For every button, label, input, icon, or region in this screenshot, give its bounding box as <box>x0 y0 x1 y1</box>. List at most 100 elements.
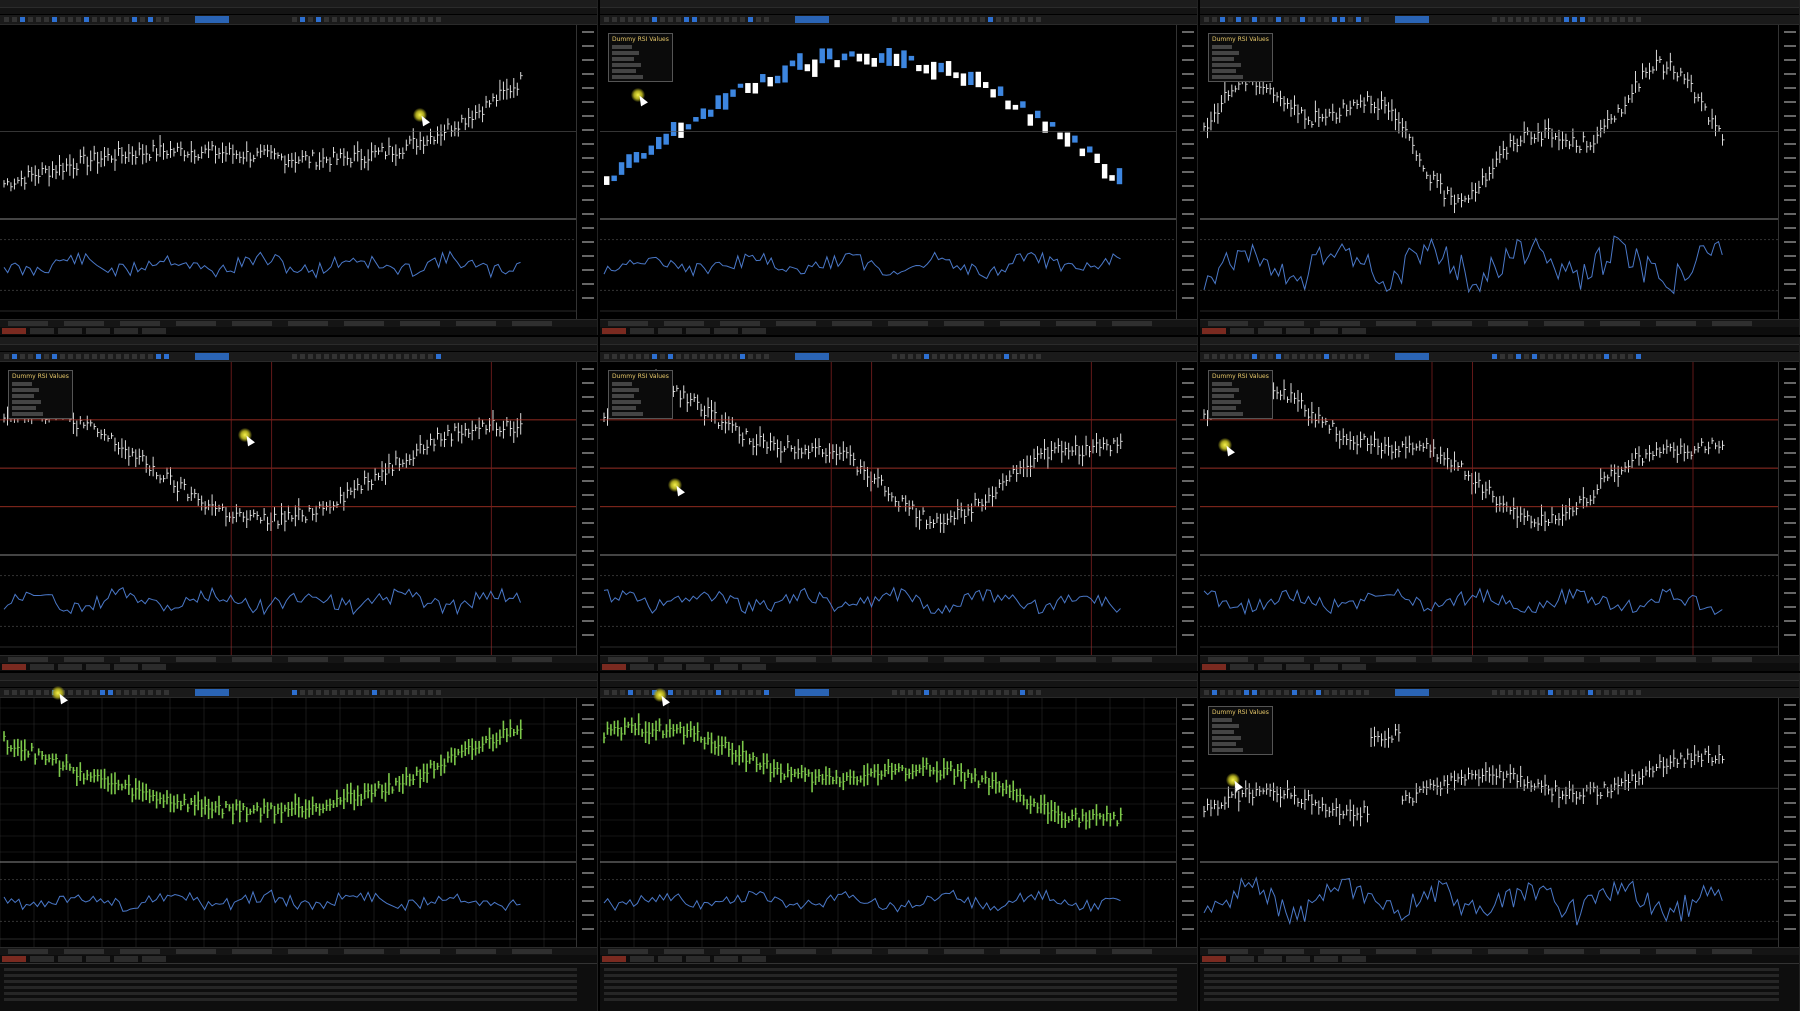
toolbar-icon[interactable] <box>988 690 993 695</box>
toolbar-icon[interactable] <box>92 17 97 22</box>
toolbar-icon[interactable] <box>1324 690 1329 695</box>
toolbar-icon[interactable] <box>612 690 617 695</box>
toolbar-icon[interactable] <box>436 17 441 22</box>
price-chart[interactable] <box>1200 25 1780 319</box>
toolbar-icon[interactable] <box>380 354 385 359</box>
chart-tab-0[interactable] <box>2 328 26 334</box>
toolbar-icon[interactable] <box>1020 17 1025 22</box>
toolbar-icon[interactable] <box>972 354 977 359</box>
toolbar-icon[interactable] <box>372 17 377 22</box>
toolbar-icon[interactable] <box>356 690 361 695</box>
toolbar-icon[interactable] <box>1588 690 1593 695</box>
toolbar-icon[interactable] <box>1556 17 1561 22</box>
toolbar-icon[interactable] <box>1628 690 1633 695</box>
price-scale[interactable] <box>576 698 597 947</box>
chart-tabs[interactable] <box>0 955 597 963</box>
window-title-bar[interactable] <box>600 673 1197 681</box>
toolbar-icon[interactable] <box>1220 17 1225 22</box>
toolbar-icon[interactable] <box>1276 17 1281 22</box>
toolbar-icon[interactable] <box>668 17 673 22</box>
toolbar-icon[interactable] <box>100 690 105 695</box>
toolbar-icon[interactable] <box>700 354 705 359</box>
toolbar-icon[interactable] <box>116 690 121 695</box>
toolbar-icon[interactable] <box>684 17 689 22</box>
toolbar-icon[interactable] <box>364 354 369 359</box>
chart-tab-1[interactable] <box>1230 956 1254 962</box>
toolbar-icon[interactable] <box>1012 354 1017 359</box>
toolbar-icon[interactable] <box>108 354 113 359</box>
toolbar-icon[interactable] <box>1620 690 1625 695</box>
toolbar-icon[interactable] <box>756 17 761 22</box>
price-chart[interactable] <box>0 698 578 947</box>
toolbar-icon[interactable] <box>1532 690 1537 695</box>
toolbar-icon[interactable] <box>716 354 721 359</box>
toolbar-icon[interactable] <box>1556 690 1561 695</box>
toolbar-icon[interactable] <box>628 17 633 22</box>
toolbar-icon[interactable] <box>1308 354 1313 359</box>
toolbar-icon[interactable] <box>164 17 169 22</box>
toolbar-icon[interactable] <box>724 354 729 359</box>
toolbar-icon[interactable] <box>308 690 313 695</box>
price-scale[interactable] <box>1778 698 1799 947</box>
toolbar-icon[interactable] <box>44 17 49 22</box>
toolbar-icon[interactable] <box>20 17 25 22</box>
toolbar-icon[interactable] <box>660 17 665 22</box>
toolbar-icon[interactable] <box>1036 17 1041 22</box>
toolbar-icon[interactable] <box>964 690 969 695</box>
indicator-legend[interactable]: Dummy RSI Values <box>8 370 73 419</box>
toolbar-icon[interactable] <box>116 354 121 359</box>
toolbar-icon[interactable] <box>44 690 49 695</box>
toolbar-icon[interactable] <box>140 17 145 22</box>
chart-tab-1[interactable] <box>630 664 654 670</box>
toolbar-icon[interactable] <box>156 17 161 22</box>
toolbar-icon[interactable] <box>740 354 745 359</box>
toolbar-icon[interactable] <box>892 17 897 22</box>
toolbar-icon[interactable] <box>412 690 417 695</box>
toolbar-icon[interactable] <box>1244 354 1249 359</box>
toolbar-icon[interactable] <box>1540 17 1545 22</box>
toolbar-icon[interactable] <box>412 17 417 22</box>
toolbar-icon[interactable] <box>44 354 49 359</box>
toolbar-icon[interactable] <box>980 354 985 359</box>
window-title-bar[interactable] <box>1200 0 1799 8</box>
toolbar-icon[interactable] <box>1004 354 1009 359</box>
toolbar-icon[interactable] <box>1564 17 1569 22</box>
toolbar-icon[interactable] <box>1500 690 1505 695</box>
toolbar-icon[interactable] <box>1228 690 1233 695</box>
toolbar-icon[interactable] <box>1524 17 1529 22</box>
toolbar-icon[interactable] <box>916 354 921 359</box>
toolbar-icon[interactable] <box>692 690 697 695</box>
toolbar-icon[interactable] <box>132 690 137 695</box>
chart-tab-0[interactable] <box>2 956 26 962</box>
toolbar-icon[interactable] <box>620 17 625 22</box>
chart-tab-2[interactable] <box>58 956 82 962</box>
toolbar-icon[interactable] <box>900 17 905 22</box>
chart-tab-0[interactable] <box>1202 956 1226 962</box>
toolbar-icon[interactable] <box>892 354 897 359</box>
toolbar-icon[interactable] <box>1284 17 1289 22</box>
toolbar-icon[interactable] <box>604 354 609 359</box>
chart-tabs[interactable] <box>0 327 597 335</box>
chart-tab-4[interactable] <box>714 664 738 670</box>
toolbar-icon[interactable] <box>716 17 721 22</box>
toolbar-icon[interactable] <box>1300 17 1305 22</box>
toolbar-icon[interactable] <box>1204 354 1209 359</box>
toolbar-icon[interactable] <box>1260 354 1265 359</box>
chart-tab-4[interactable] <box>114 664 138 670</box>
toolbar[interactable] <box>0 688 597 698</box>
toolbar-icon[interactable] <box>348 354 353 359</box>
toolbar-icon[interactable] <box>436 690 441 695</box>
toolbar-icon[interactable] <box>428 17 433 22</box>
toolbar-icon[interactable] <box>12 690 17 695</box>
toolbar-icon[interactable] <box>1564 354 1569 359</box>
toolbox-terminal[interactable] <box>1200 963 1799 1011</box>
toolbar-icon[interactable] <box>1260 690 1265 695</box>
window-title-bar[interactable] <box>1200 337 1799 345</box>
toolbox-terminal[interactable] <box>600 963 1197 1011</box>
toolbar-icon[interactable] <box>1028 17 1033 22</box>
toolbar-icon[interactable] <box>1580 17 1585 22</box>
menu-bar[interactable] <box>600 8 1197 14</box>
toolbar-icon[interactable] <box>404 17 409 22</box>
toolbar-icon[interactable] <box>660 354 665 359</box>
toolbar-icon[interactable] <box>1500 17 1505 22</box>
